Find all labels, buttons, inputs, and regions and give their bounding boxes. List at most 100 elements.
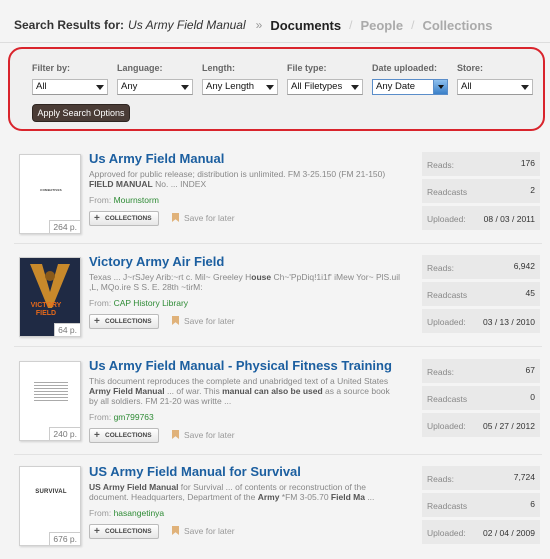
thumbnail-text: VICTORY FIELD <box>30 302 62 317</box>
uploaded-stat: Uploaded: 02 / 04 / 2009 <box>422 520 540 545</box>
desc-text: ... of war. This <box>164 386 223 396</box>
uploaded-label: Uploaded: <box>427 317 466 327</box>
save-for-later-link[interactable]: Save for later <box>172 526 235 536</box>
collections-label: COLLECTIONS <box>105 215 152 222</box>
chevron-down-icon <box>266 85 274 90</box>
chevron-down-icon <box>96 85 104 90</box>
readcasts-stat: Readcasts 2 <box>422 179 540 204</box>
save-later-label: Save for later <box>184 526 235 536</box>
desc-highlight: US Army Field Manual <box>89 482 179 492</box>
apply-search-options-button[interactable]: Apply Search Options <box>32 104 130 122</box>
reads-value: 176 <box>520 158 535 168</box>
chevron-down-icon <box>181 85 189 90</box>
file-type-group: File type: All Filetypes <box>287 63 363 95</box>
filter-by-select[interactable]: All <box>32 79 108 95</box>
length-label: Length: <box>202 63 235 73</box>
collections-label: COLLECTIONS <box>105 528 152 535</box>
add-to-collections-button[interactable]: + COLLECTIONS <box>89 524 159 539</box>
chevron-down-icon <box>521 85 529 90</box>
desc-text: for Survival ... of contents or reconstr… <box>178 482 366 492</box>
result-description: This document reproduces the complete an… <box>89 376 414 406</box>
desc-highlight: manual can also be used <box>222 386 323 396</box>
length-select[interactable]: Any Length <box>202 79 278 95</box>
add-to-collections-button[interactable]: + COLLECTIONS <box>89 428 159 443</box>
language-value: Any <box>121 81 138 92</box>
language-select[interactable]: Any <box>117 79 193 95</box>
uploaded-label: Uploaded: <box>427 528 466 538</box>
reads-stat: Reads: 6,942 <box>422 255 540 280</box>
save-for-later-link[interactable]: Save for later <box>172 316 235 326</box>
desc-highlight: Army Field Manual <box>89 386 165 396</box>
result-title-link[interactable]: US Army Field Manual for Survival <box>89 464 301 479</box>
save-later-label: Save for later <box>184 316 235 326</box>
result-divider <box>14 346 542 347</box>
breadcrumb-slash: / <box>349 18 353 32</box>
desc-text: This document reproduces the complete an… <box>89 376 389 386</box>
add-to-collections-button[interactable]: + COLLECTIONS <box>89 211 159 226</box>
search-filters-panel: Filter by: All Language: Any Length: Any… <box>8 47 545 131</box>
uploaded-label: Uploaded: <box>427 214 466 224</box>
document-thumbnail[interactable]: COMBATIVES 264 p. <box>19 154 81 234</box>
store-select[interactable]: All <box>457 79 533 95</box>
from-label: From: <box>89 298 112 308</box>
from-label: From: <box>89 412 112 422</box>
filter-by-value: All <box>36 81 47 92</box>
uploader-link[interactable]: gm799763 <box>114 412 154 422</box>
desc-highlight: Army <box>257 492 280 502</box>
date-uploaded-value: Any Date <box>376 81 416 92</box>
file-type-select[interactable]: All Filetypes <box>287 79 363 95</box>
document-thumbnail[interactable]: VICTORY FIELD 64 p. <box>19 257 81 337</box>
uploader-link[interactable]: hasangetinya <box>114 508 165 518</box>
store-label: Store: <box>457 63 484 73</box>
language-group: Language: Any <box>117 63 193 95</box>
desc-highlight: ouse <box>251 272 272 282</box>
desc-text: *FM 3-05.70 <box>279 492 331 502</box>
document-thumbnail[interactable]: SURVIVAL 676 p. <box>19 466 81 546</box>
page-count: 64 p. <box>54 323 80 336</box>
thumbnail-lines <box>34 382 68 403</box>
date-uploaded-group: Date uploaded: Any Date <box>372 63 448 95</box>
collections-label: COLLECTIONS <box>105 432 152 439</box>
reads-label: Reads: <box>427 263 454 273</box>
tab-people[interactable]: People <box>360 18 403 33</box>
uploader-link[interactable]: Mournstorm <box>114 195 159 205</box>
breadcrumb: Search Results for: Us Army Field Manual… <box>14 16 493 34</box>
uploader-link[interactable]: CAP History Library <box>114 298 188 308</box>
save-later-label: Save for later <box>184 213 235 223</box>
result-description: Approved for public release; distributio… <box>89 169 414 189</box>
bookmark-icon <box>172 213 179 222</box>
save-for-later-link[interactable]: Save for later <box>172 213 235 223</box>
uploaded-value: 08 / 03 / 2011 <box>483 214 535 224</box>
uploader-line: From: CAP History Library <box>89 298 188 308</box>
length-value: Any Length <box>206 81 255 92</box>
readcasts-stat: Readcasts 0 <box>422 386 540 411</box>
uploaded-stat: Uploaded: 05 / 27 / 2012 <box>422 413 540 438</box>
reads-label: Reads: <box>427 367 454 377</box>
result-title-link[interactable]: Victory Army Air Field <box>89 254 224 269</box>
plus-icon: + <box>94 316 100 327</box>
language-label: Language: <box>117 63 163 73</box>
uploaded-value: 02 / 04 / 2009 <box>483 528 535 538</box>
from-label: From: <box>89 195 112 205</box>
uploaded-value: 03 / 13 / 2010 <box>483 317 535 327</box>
document-thumbnail[interactable]: 240 p. <box>19 361 81 441</box>
dropdown-button[interactable] <box>433 80 447 94</box>
uploaded-stat: Uploaded: 03 / 13 / 2010 <box>422 309 540 334</box>
add-to-collections-button[interactable]: + COLLECTIONS <box>89 314 159 329</box>
save-for-later-link[interactable]: Save for later <box>172 430 235 440</box>
breadcrumb-separator: » <box>255 18 263 32</box>
reads-label: Reads: <box>427 474 454 484</box>
result-title-link[interactable]: Us Army Field Manual <box>89 151 224 166</box>
result-title-link[interactable]: Us Army Field Manual - Physical Fitness … <box>89 358 392 373</box>
document-stats: Reads: 7,724 Readcasts 6 Uploaded: 02 / 04 … <box>422 466 540 549</box>
bookmark-icon <box>172 526 179 535</box>
tab-documents[interactable]: Documents <box>270 18 341 33</box>
search-query: Us Army Field Manual <box>128 18 246 32</box>
desc-text: by all soldiers. FM 21-20 was writte ... <box>89 396 232 406</box>
tab-collections[interactable]: Collections <box>422 18 492 33</box>
date-uploaded-select[interactable]: Any Date <box>372 79 448 95</box>
uploaded-label: Uploaded: <box>427 421 466 431</box>
filter-by-group: Filter by: All <box>32 63 108 95</box>
bookmark-icon <box>172 316 179 325</box>
page-count: 240 p. <box>49 427 80 440</box>
